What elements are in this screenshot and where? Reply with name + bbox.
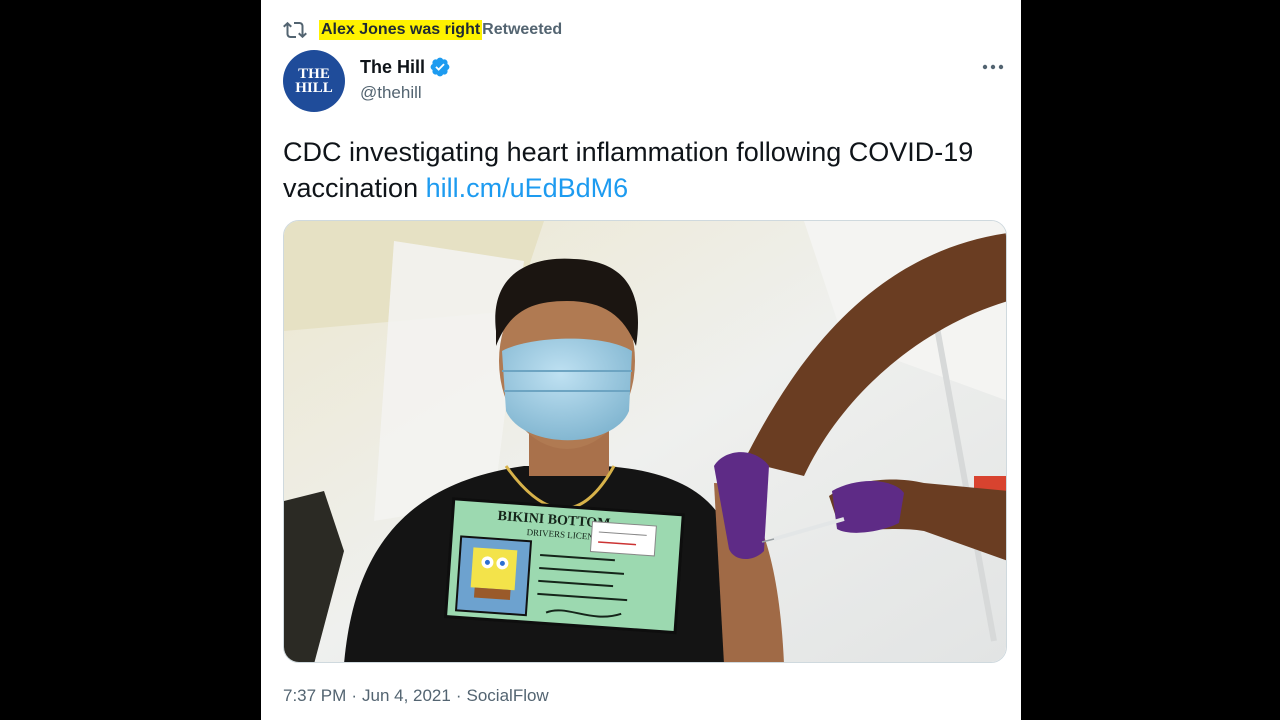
tweet-source[interactable]: SocialFlow — [467, 686, 549, 705]
retweet-context: Alex Jones was right Retweeted — [283, 16, 562, 44]
tweet-text: CDC investigating heart inflammation fol… — [283, 134, 1009, 206]
author-name-row[interactable]: The Hill — [360, 56, 451, 78]
retweeter-name[interactable]: Alex Jones was right — [319, 20, 483, 40]
tweet-date[interactable]: Jun 4, 2021 — [362, 686, 451, 705]
retweeted-label: Retweeted — [482, 21, 563, 38]
separator: · — [351, 686, 357, 705]
tweet-link[interactable]: hill.cm/uEdBdM6 — [426, 173, 629, 203]
avatar-text-line1: THE — [298, 66, 330, 82]
avatar[interactable]: THE HILL — [283, 50, 345, 112]
tweet-card: Alex Jones was right Retweeted THE HILL … — [261, 0, 1021, 720]
author-name[interactable]: The Hill — [360, 57, 425, 78]
vaccination-photo: BIKINI BOTTOM DRIVERS LICENSE — [284, 221, 1006, 662]
author-handle[interactable]: @thehill — [360, 83, 422, 103]
verified-badge-icon — [430, 57, 450, 77]
avatar-text-line2: HILL — [295, 80, 333, 96]
retweet-icon — [283, 21, 307, 39]
tweet-photo[interactable]: BIKINI BOTTOM DRIVERS LICENSE — [283, 220, 1007, 663]
separator: · — [455, 686, 462, 705]
tweet-timestamp: 7:37 PM · Jun 4, 2021 · SocialFlow — [283, 686, 549, 706]
more-horizontal-icon — [982, 64, 1004, 70]
tweet-time[interactable]: 7:37 PM — [283, 686, 346, 705]
more-options-button[interactable] — [979, 55, 1007, 79]
